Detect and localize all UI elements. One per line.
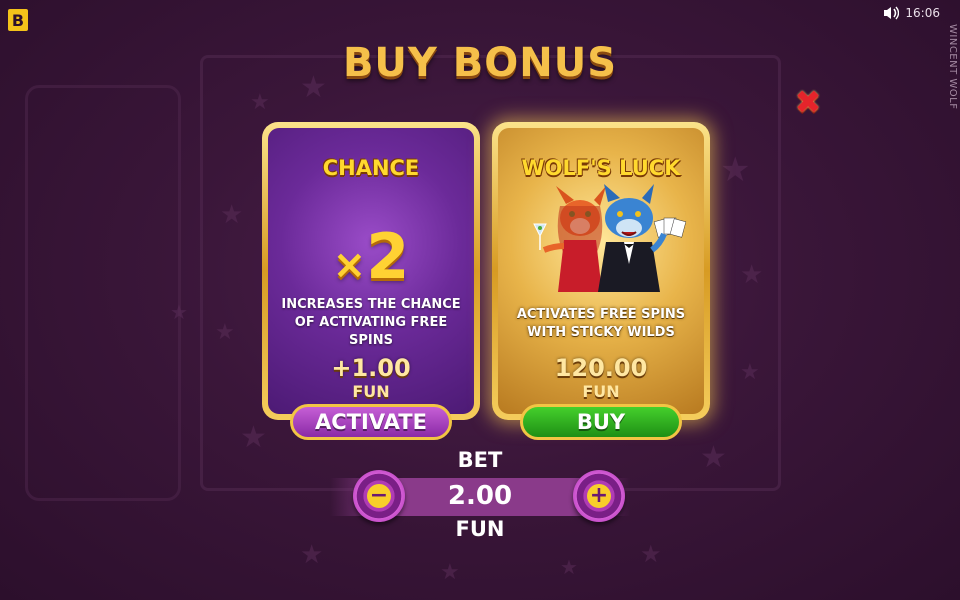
star-icon: ★ (220, 200, 244, 230)
wolfs-luck-card: WOLF'S LUCK ACTIVATES FREE SPINS WITH ST… (492, 122, 710, 420)
star-icon: ★ (215, 320, 235, 345)
activate-button[interactable]: ACTIVATE (290, 404, 452, 440)
close-button[interactable]: ✖ (792, 83, 824, 121)
star-icon: ★ (300, 540, 324, 570)
fox-character (533, 186, 606, 292)
chance-card-title: CHANCE (322, 156, 420, 180)
clock-time: 16:06 (905, 6, 940, 20)
playing-cards (653, 217, 687, 238)
close-x-icon: ✖ (794, 83, 822, 121)
star-icon: ★ (560, 555, 578, 579)
star-icon: ★ (720, 150, 751, 190)
wolfs-luck-price: 120.00 (554, 354, 648, 382)
chance-currency: FUN (352, 382, 390, 401)
wolfs-luck-card-title: WOLF'S LUCK (521, 156, 681, 180)
multiplier-value: 2 (366, 220, 410, 293)
bet-label: BET (457, 448, 503, 472)
background-panel (25, 85, 181, 501)
buy-button[interactable]: BUY (520, 404, 682, 440)
speaker-icon[interactable] (883, 6, 900, 20)
star-icon: ★ (740, 260, 764, 290)
wolfs-luck-card-body: WOLF'S LUCK ACTIVATES FREE SPINS WITH ST… (498, 128, 704, 414)
bet-currency: FUN (455, 517, 505, 541)
characters-image (533, 184, 687, 292)
decrease-bet-button[interactable]: − (353, 470, 405, 522)
plus-icon: + (587, 484, 611, 508)
brand-logo: B (8, 9, 28, 31)
chance-price: +1.00 (331, 354, 411, 382)
status-area: 16:06 (883, 6, 940, 20)
wolfs-luck-currency: FUN (582, 382, 620, 401)
star-icon: ★ (250, 90, 270, 115)
chance-description: INCREASES THE CHANCE OF ACTIVATING FREE … (281, 297, 461, 348)
chance-card-body: CHANCE ×2 INCREASES THE CHANCE OF ACTIVA… (268, 128, 474, 414)
bet-value: 2.00 (447, 481, 513, 511)
increase-bet-button[interactable]: + (573, 470, 625, 522)
multiplier-sign: × (332, 242, 367, 288)
star-icon: ★ (170, 300, 188, 324)
page-title: BUY BONUS (342, 40, 618, 86)
chance-card: CHANCE ×2 INCREASES THE CHANCE OF ACTIVA… (262, 122, 480, 420)
star-icon: ★ (640, 540, 662, 568)
star-icon: ★ (440, 560, 460, 585)
star-icon: ★ (740, 360, 760, 385)
chance-multiplier: ×2 (268, 220, 474, 293)
minus-icon: − (367, 484, 391, 508)
wolf-character (598, 184, 687, 292)
wolfs-luck-description: ACTIVATES FREE SPINS WITH STICKY WILDS (516, 307, 686, 340)
